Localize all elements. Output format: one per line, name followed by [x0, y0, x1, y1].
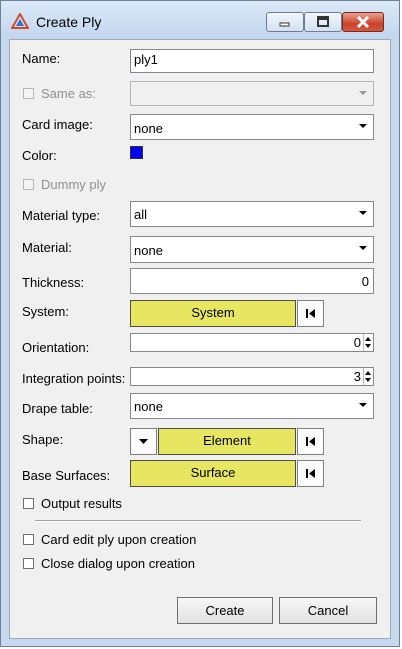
material-type-value: all: [134, 207, 148, 222]
create-button[interactable]: Create: [177, 597, 273, 624]
system-reset-button[interactable]: [297, 300, 324, 327]
minimize-button[interactable]: [266, 12, 304, 32]
thickness-input[interactable]: 0: [130, 268, 374, 294]
same-as-dropdown[interactable]: [130, 81, 374, 106]
same-as-checkbox[interactable]: [23, 88, 34, 99]
thickness-value: 0: [361, 274, 369, 289]
chevron-down-icon: [353, 394, 373, 418]
chevron-down-icon: [353, 237, 373, 262]
window-title: Create Ply: [36, 14, 102, 30]
name-label: Name:: [22, 51, 61, 66]
shape-button[interactable]: Element: [158, 428, 296, 455]
name-value: ply1: [134, 52, 158, 67]
card-image-label: Card image:: [22, 117, 93, 132]
base-surfaces-label: Base Surfaces:: [22, 468, 111, 483]
close-dialog-label: Close dialog upon creation: [41, 556, 195, 571]
chevron-down-icon: [139, 439, 148, 444]
chevron-down-icon: [353, 82, 373, 105]
integration-points-value: 3: [353, 369, 361, 384]
cancel-button[interactable]: Cancel: [279, 597, 377, 624]
color-label: Color:: [22, 148, 57, 163]
chevron-down-icon: [353, 202, 373, 226]
chevron-down-icon: [353, 115, 373, 139]
close-dialog-checkbox[interactable]: [23, 558, 34, 569]
drape-table-value: none: [134, 399, 163, 414]
shape-reset-button[interactable]: [297, 428, 324, 455]
dummy-ply-checkbox[interactable]: [23, 179, 34, 190]
drape-table-label: Drape table:: [22, 401, 93, 416]
integration-points-spinner[interactable]: 3: [130, 367, 374, 386]
base-surfaces-reset-button[interactable]: [297, 460, 324, 487]
name-input[interactable]: ply1: [130, 49, 374, 73]
spin-arrows[interactable]: [363, 334, 373, 351]
output-results-label: Output results: [41, 496, 122, 511]
spin-arrows[interactable]: [363, 368, 373, 385]
output-results-checkbox[interactable]: [23, 498, 34, 509]
minimize-icon: [279, 22, 290, 27]
material-dropdown[interactable]: none: [130, 236, 374, 263]
same-as-label: Same as:: [41, 86, 96, 101]
separator: [35, 520, 361, 522]
close-button[interactable]: [342, 12, 384, 32]
maximize-icon: [317, 16, 329, 27]
material-value: none: [134, 243, 163, 258]
base-surfaces-button[interactable]: Surface: [130, 460, 296, 487]
app-logo-icon: [11, 13, 29, 29]
integration-points-label: Integration points:: [22, 371, 126, 386]
material-type-dropdown[interactable]: all: [130, 201, 374, 227]
close-icon: [356, 15, 370, 29]
material-type-label: Material type:: [22, 208, 101, 223]
orientation-spinner[interactable]: 0: [130, 333, 374, 352]
card-edit-label: Card edit ply upon creation: [41, 532, 197, 547]
title-bar[interactable]: Create Ply: [1, 1, 399, 39]
skip-back-icon: [306, 437, 315, 446]
orientation-label: Orientation:: [22, 340, 90, 355]
card-image-dropdown[interactable]: none: [130, 114, 374, 140]
shape-label: Shape:: [22, 432, 64, 447]
drape-table-dropdown[interactable]: none: [130, 393, 374, 419]
skip-back-icon: [306, 469, 315, 478]
skip-back-icon: [306, 309, 315, 318]
shape-type-dropdown-button[interactable]: [130, 428, 157, 455]
card-image-value: none: [134, 121, 163, 136]
system-button[interactable]: System: [130, 300, 296, 327]
maximize-button[interactable]: [304, 12, 342, 32]
dummy-ply-label: Dummy ply: [41, 177, 107, 192]
system-label: System:: [22, 304, 69, 319]
material-label: Material:: [22, 240, 72, 255]
color-swatch[interactable]: [130, 146, 143, 159]
orientation-value: 0: [353, 335, 361, 350]
card-edit-checkbox[interactable]: [23, 534, 34, 545]
thickness-label: Thickness:: [22, 275, 85, 290]
